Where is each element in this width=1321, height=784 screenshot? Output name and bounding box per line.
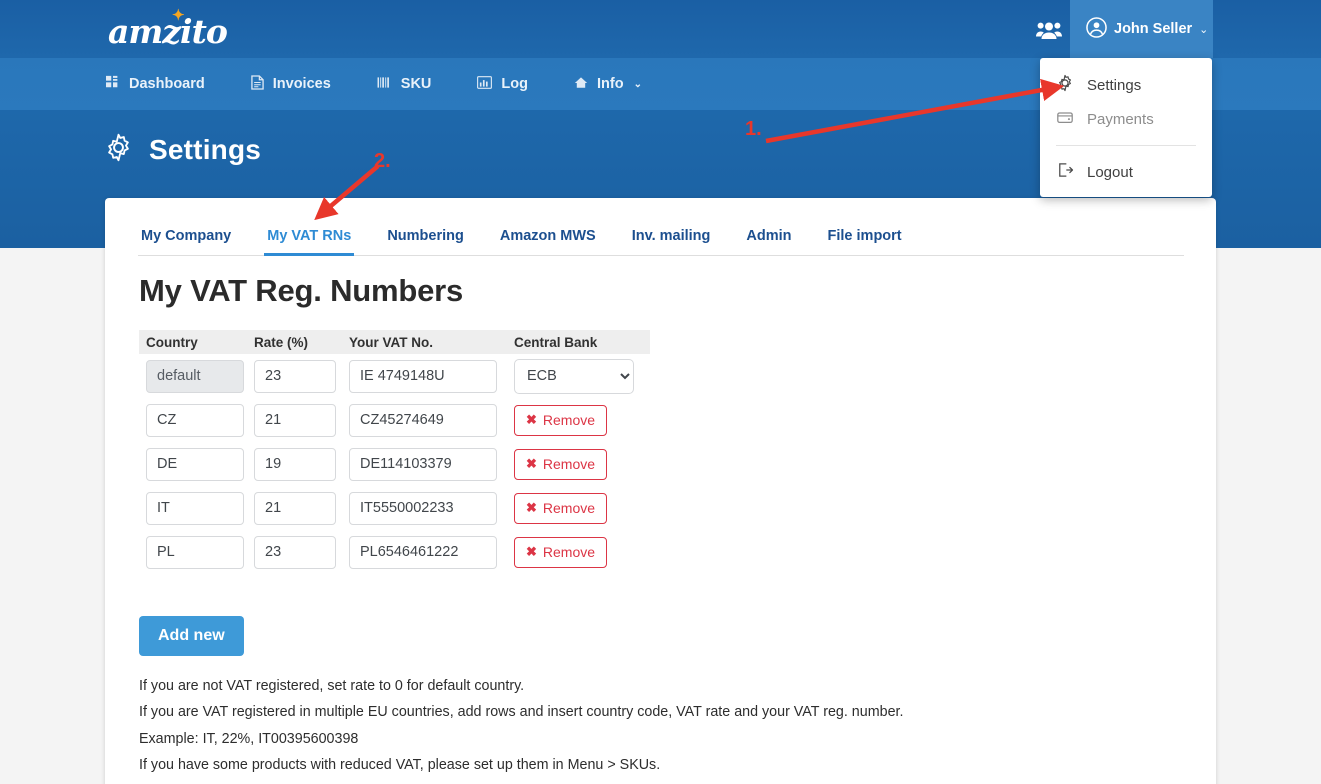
tab-file-import[interactable]: File import (825, 228, 905, 256)
nav-item-invoices[interactable]: Invoices (245, 74, 337, 94)
rate-input[interactable] (254, 447, 336, 481)
page-heading: My VAT Reg. Numbers (139, 273, 464, 308)
rate-input[interactable] (254, 535, 336, 569)
column-header-country: Country (146, 334, 198, 350)
remove-label: Remove (542, 456, 596, 472)
remove-label: Remove (542, 544, 596, 560)
rate-input[interactable] (254, 359, 336, 393)
rate-input[interactable] (254, 403, 336, 437)
cross-icon: ✖ (526, 456, 537, 471)
remove-row-button[interactable]: ✖ Remove (514, 492, 608, 524)
country-input[interactable] (146, 403, 244, 437)
menu-item-label: Settings (1087, 76, 1142, 94)
page-title: Settings (104, 133, 261, 167)
table-row: ✖ Remove (139, 398, 650, 442)
vat-number-input[interactable] (349, 447, 497, 481)
remove-row-button[interactable]: ✖ Remove (514, 448, 608, 480)
table-row: ✖ Remove (139, 530, 650, 574)
note-line: If you are VAT registered in multiple EU… (139, 704, 904, 721)
user-dropdown-menu: Settings Payments Logout (1040, 58, 1212, 197)
logo-swash-icon (110, 39, 226, 51)
bar-chart-icon (477, 75, 493, 93)
gear-icon (104, 133, 133, 167)
country-field-readonly: default (146, 359, 244, 393)
tab-inv-mailing[interactable]: Inv. mailing (629, 228, 714, 256)
user-name-label: John Seller (1114, 21, 1193, 37)
table-header-row: Country Rate (%) Your VAT No. Central Ba… (139, 330, 650, 354)
help-notes: If you are not VAT registered, set rate … (139, 676, 1099, 784)
gear-icon (1056, 74, 1074, 96)
nav-item-info[interactable]: Info ⌄ (568, 76, 648, 93)
settings-card: My Company My VAT RNs Numbering Amazon M… (105, 198, 1216, 784)
menu-item-settings[interactable]: Settings (1040, 68, 1212, 102)
wallet-icon (1056, 108, 1074, 130)
user-circle-icon (1086, 16, 1107, 42)
page-title-label: Settings (149, 134, 262, 165)
rate-input[interactable] (254, 491, 336, 525)
remove-label: Remove (542, 412, 596, 428)
main-navigation: Dashboard Invoices SKU Log Info ⌄ (100, 58, 648, 110)
column-header-vat-no: Your VAT No. (349, 334, 433, 350)
table-row: ✖ Remove (139, 486, 650, 530)
central-bank-select[interactable]: ECB (514, 358, 634, 394)
cross-icon: ✖ (526, 544, 537, 559)
app-root: amzito ✦ John Seller ⌄ Settings Payments… (0, 0, 1321, 784)
menu-divider (1056, 145, 1196, 146)
note-line: Example: IT, 22%, IT00395600398 (139, 730, 359, 747)
logout-icon (1056, 161, 1074, 183)
column-header-rate: Rate (%) (254, 334, 309, 350)
home-icon (574, 76, 588, 93)
nav-item-log[interactable]: Log (471, 75, 534, 93)
tab-amazon-mws[interactable]: Amazon MWS (497, 228, 599, 256)
nav-item-sku[interactable]: SKU (371, 76, 438, 93)
vat-number-input[interactable] (349, 403, 497, 437)
tab-my-company[interactable]: My Company (138, 228, 234, 256)
remove-row-button[interactable]: ✖ Remove (514, 404, 608, 436)
vat-number-input[interactable] (349, 359, 497, 393)
users-group-icon[interactable] (1036, 17, 1062, 43)
nav-item-label: Log (501, 76, 528, 92)
menu-item-label: Logout (1087, 163, 1133, 181)
vat-numbers-table: Country Rate (%) Your VAT No. Central Ba… (139, 330, 650, 574)
chevron-down-icon: ⌄ (633, 78, 642, 90)
add-new-button[interactable]: Add new (139, 616, 244, 656)
cross-icon: ✖ (526, 412, 537, 427)
document-icon (251, 74, 264, 94)
nav-item-label: SKU (400, 76, 432, 92)
barcode-icon (377, 76, 392, 93)
nav-item-dashboard[interactable]: Dashboard (100, 75, 211, 93)
nav-item-label: Info (596, 76, 624, 92)
annotation-label-1: 1. (745, 118, 762, 140)
chevron-down-icon: ⌄ (1199, 23, 1209, 36)
tab-my-vat-rns[interactable]: My VAT RNs (264, 228, 355, 256)
user-menu-button[interactable]: John Seller ⌄ (1070, 0, 1213, 58)
country-input[interactable] (146, 447, 244, 481)
cross-icon: ✖ (526, 500, 537, 515)
column-header-central-bank: Central Bank (514, 334, 598, 350)
nav-item-label: Dashboard (129, 76, 205, 92)
app-logo[interactable]: amzito ✦ (108, 6, 228, 51)
table-row: ✖ Remove (139, 442, 650, 486)
nav-item-label: Invoices (272, 76, 331, 92)
menu-item-payments[interactable]: Payments (1040, 102, 1212, 136)
logo-star-icon: ✦ (172, 6, 185, 24)
settings-tabs: My Company My VAT RNs Numbering Amazon M… (138, 220, 1184, 256)
vat-number-input[interactable] (349, 491, 497, 525)
note-line: If you are not VAT registered, set rate … (139, 678, 525, 694)
annotation-label-2: 2. (374, 150, 391, 172)
country-input[interactable] (146, 535, 244, 569)
note-line: If you have some products with reduced V… (139, 757, 661, 774)
menu-item-logout[interactable]: Logout (1040, 155, 1212, 189)
vat-number-input[interactable] (349, 535, 497, 569)
table-row: default ECB (139, 354, 650, 398)
country-input[interactable] (146, 491, 244, 525)
remove-label: Remove (542, 500, 596, 516)
grid-icon (106, 75, 120, 93)
tab-admin[interactable]: Admin (743, 228, 794, 256)
menu-item-label: Payments (1087, 110, 1154, 128)
tab-numbering[interactable]: Numbering (384, 228, 467, 256)
remove-row-button[interactable]: ✖ Remove (514, 536, 608, 568)
